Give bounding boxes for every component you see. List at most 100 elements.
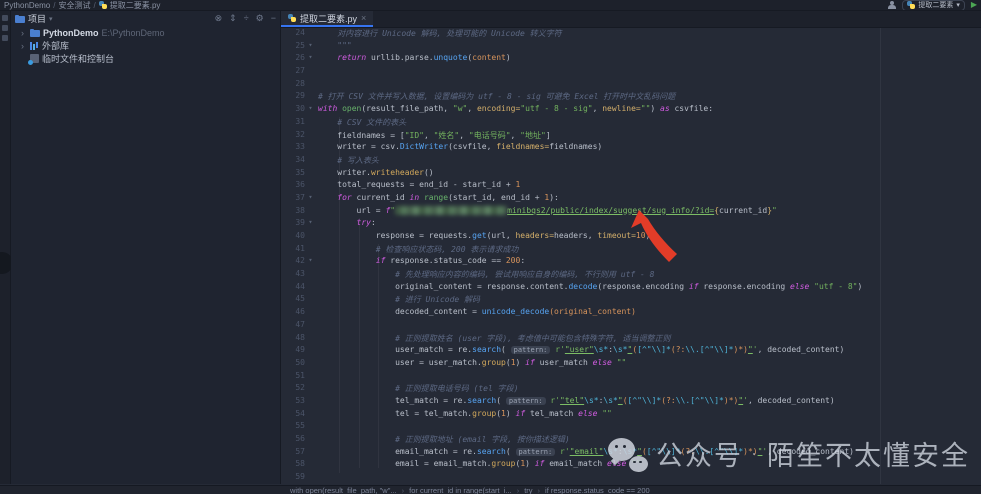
code-line: """: [318, 40, 352, 50]
code-editor[interactable]: 24 25 ▾ 26 ▾ 27 28 29 30 ▾ 31 32 33 34 35 36 37 ▾ 38 39 ▾ 40 4…: [281, 28, 981, 484]
line-number: 46: [295, 307, 305, 317]
tree-item-label: PythonDemo: [43, 27, 99, 38]
fold-marker-icon[interactable]: ▾: [305, 104, 316, 117]
close-icon[interactable]: ×: [361, 13, 366, 23]
code-line: # 先处理响应内容的编码, 尝试用响应自身的编码, 不行则用 utf - 8: [318, 270, 655, 280]
breadcrumb-separator: ›: [401, 485, 405, 494]
gutter-line: 30 ▾: [281, 104, 318, 117]
line-number: 44: [295, 281, 305, 291]
fold-marker-icon: [305, 282, 316, 295]
python-icon: [907, 1, 916, 9]
breadcrumb-folder[interactable]: 安全测试: [58, 0, 90, 10]
user-account-icon[interactable]: [888, 1, 897, 9]
code-line: # 写入表头: [318, 155, 379, 165]
fold-marker-icon: [305, 206, 316, 219]
library-icon: [30, 41, 39, 50]
fold-marker-icon: [305, 231, 316, 244]
fold-marker-icon: [305, 320, 316, 333]
fold-marker-icon: [305, 345, 316, 358]
gutter-line: 40: [281, 231, 318, 244]
line-number: 42: [295, 256, 305, 266]
editor-tab[interactable]: 提取二要素.py ×: [281, 11, 374, 27]
line-number: 33: [295, 142, 305, 152]
line-number: 29: [295, 91, 305, 101]
project-panel-header: 项目 ▾ ⊗ ⇕ ÷ ⚙ −: [11, 11, 280, 26]
line-number: 37: [295, 192, 305, 202]
gutter-line: 31: [281, 117, 318, 130]
fold-marker-icon: [305, 396, 316, 409]
commit-toolwindow-icon[interactable]: [2, 25, 8, 31]
line-number: 58: [295, 459, 305, 469]
chevron-down-icon: ▾: [956, 2, 960, 9]
fold-marker-icon: [305, 142, 316, 155]
line-number: 41: [295, 243, 305, 253]
line-number: 34: [295, 154, 305, 164]
breadcrumb-project[interactable]: PythonDemo: [4, 1, 50, 10]
breadcrumb-file[interactable]: 提取二要素.py: [110, 0, 161, 10]
line-number: 57: [295, 446, 305, 456]
status-breadcrumb-item[interactable]: if response.status_code == 200: [545, 486, 650, 494]
collapse-all-icon[interactable]: ⇕: [229, 13, 237, 23]
project-panel-toolbar: ⊗ ⇕ ÷ ⚙ −: [208, 13, 276, 24]
code-line: email = email_match.group(1) if email_ma…: [318, 459, 641, 469]
tree-item-临时文件和控制台[interactable]: 临时文件和控制台: [11, 52, 280, 65]
fold-marker-icon: [305, 180, 316, 193]
project-toolwindow-icon[interactable]: [2, 15, 8, 21]
pycharm-window: PythonDemo / 安全测试 / 提取二要素.py 提取二要素 ▾ ▶ 项…: [0, 0, 981, 494]
fold-marker-icon: [305, 371, 316, 384]
fold-marker-icon[interactable]: ▾: [305, 193, 316, 206]
gutter-line: 32: [281, 130, 318, 143]
line-number: 48: [295, 332, 305, 342]
fold-marker-icon[interactable]: ▾: [305, 53, 316, 66]
status-breadcrumb-item[interactable]: with open(result_file_path, "w"...: [290, 486, 397, 494]
status-breadcrumb-item[interactable]: try: [524, 486, 532, 494]
project-panel: 项目 ▾ ⊗ ⇕ ÷ ⚙ − › PythonDemo E:\PythonDemo › 外部库…: [11, 11, 281, 484]
fold-marker-icon: [305, 472, 316, 484]
run-configuration-selector[interactable]: 提取二要素 ▾: [902, 0, 965, 10]
code-line: # 打开 CSV 文件并写入数据, 设置编码为 utf - 8 - sig 可避…: [318, 92, 676, 102]
code-line: # 正则提取地址 (email 字段, 按你描述逻辑): [318, 435, 570, 444]
code-line: original_content = response.content.deco…: [318, 281, 863, 291]
fold-marker-icon: [305, 409, 316, 422]
settings-gear-icon[interactable]: ⚙: [256, 13, 264, 23]
project-panel-title[interactable]: 项目: [28, 12, 46, 25]
line-number: 27: [295, 66, 305, 76]
red-arrow-annotation: [631, 210, 677, 262]
gutter-line: 27: [281, 66, 318, 79]
fold-marker-icon: [305, 168, 316, 181]
gutter-line: 53: [281, 396, 318, 409]
editor-gutter[interactable]: 24 25 ▾ 26 ▾ 27 28 29 30 ▾ 31 32 33 34 35 36 37 ▾ 38 39 ▾ 40 4…: [281, 28, 318, 484]
code-line: writer.writeheader(): [318, 167, 434, 177]
status-breadcrumb-item[interactable]: for current_id in range(start_i...: [409, 486, 512, 494]
chevron-right-icon[interactable]: ›: [21, 41, 27, 51]
fold-marker-icon: [305, 155, 316, 168]
run-button[interactable]: ▶: [971, 1, 977, 9]
tree-item-外部库[interactable]: › 外部库: [11, 39, 280, 52]
fold-marker-icon[interactable]: ▾: [305, 256, 316, 269]
hide-panel-icon[interactable]: −: [271, 13, 276, 23]
fold-marker-icon: [305, 91, 316, 104]
python-file-icon: [288, 14, 296, 22]
split-view-icon[interactable]: ÷: [244, 13, 249, 23]
project-tree: › PythonDemo E:\PythonDemo › 外部库 临时文件和控制台: [11, 26, 280, 65]
line-number: 26: [295, 53, 305, 63]
chevron-right-icon[interactable]: ›: [21, 28, 27, 38]
line-number: 49: [295, 345, 305, 355]
chevron-down-icon[interactable]: ▾: [49, 15, 53, 23]
gutter-line: 49: [281, 345, 318, 358]
code-line: email_match = re.search( pattern: r'"ema…: [318, 446, 854, 456]
line-number: 28: [295, 78, 305, 88]
code-line: fieldnames = ["ID", "姓名", "电话号码", "地址"]: [318, 130, 551, 140]
locate-file-icon[interactable]: ⊗: [215, 13, 223, 23]
fold-marker-icon[interactable]: ▾: [305, 218, 316, 231]
fold-marker-icon[interactable]: ▾: [305, 41, 316, 54]
gutter-line: 25 ▾: [281, 41, 318, 54]
structure-toolwindow-icon[interactable]: [2, 35, 8, 41]
line-number: 50: [295, 357, 305, 367]
tree-item-PythonDemo[interactable]: › PythonDemo E:\PythonDemo: [11, 26, 280, 39]
